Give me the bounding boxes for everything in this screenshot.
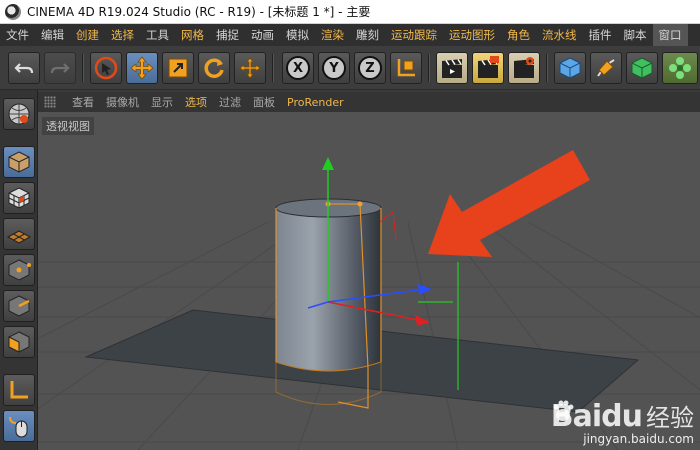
watermark-brand-suffix: du: [601, 399, 643, 434]
clapperboard-gear-icon: [514, 57, 534, 78]
baidu-watermark: Bai du 经验 jingyan.baidu.com: [551, 398, 694, 446]
mouse-icon: [9, 416, 28, 438]
undo-icon: [14, 63, 34, 74]
menu-snap[interactable]: 捕捉: [210, 24, 245, 46]
texture-mode-button[interactable]: [3, 182, 35, 214]
grid-plane-icon: [6, 230, 32, 244]
viewport-menu-options[interactable]: 选项: [179, 94, 213, 110]
cube-icon: [559, 57, 581, 79]
toolbar-separator: [82, 54, 84, 82]
points-mode-button[interactable]: [3, 254, 35, 286]
main-toolbar: X Y Z: [0, 46, 700, 90]
window-title: CINEMA 4D R19.024 Studio (RC - R19) - [未…: [27, 5, 371, 19]
pen-icon: [597, 59, 615, 77]
recent-tool-button[interactable]: [234, 52, 266, 84]
model-mode-button[interactable]: [3, 146, 35, 178]
drag-handle-icon[interactable]: [44, 96, 56, 108]
menu-edit[interactable]: 编辑: [35, 24, 70, 46]
points-cube-icon: [8, 259, 31, 281]
viewport-menu-prorender[interactable]: ProRender: [281, 96, 350, 109]
cloner-icon: [669, 57, 691, 79]
menu-animate[interactable]: 动画: [245, 24, 280, 46]
checker-cube-icon: [8, 187, 30, 209]
scale-icon: [168, 58, 188, 78]
menu-file[interactable]: 文件: [0, 24, 35, 46]
left-palette: [0, 90, 38, 450]
menu-window[interactable]: 窗口: [652, 24, 688, 46]
scale-tool-button[interactable]: [162, 52, 194, 84]
redo-icon: [50, 63, 70, 74]
perspective-viewport[interactable]: 透视视图 Bai du 经验 jingyan.baidu.com: [38, 112, 700, 450]
polygons-mode-button[interactable]: [3, 326, 35, 358]
live-selection-icon: [94, 56, 118, 80]
toolbar-separator: [272, 54, 274, 82]
watermark-url: jingyan.baidu.com: [583, 432, 694, 446]
menu-sculpt[interactable]: 雕刻: [350, 24, 385, 46]
make-editable-button[interactable]: [3, 98, 35, 130]
annotation-arrow: [428, 150, 590, 257]
move-tool-button[interactable]: [126, 52, 158, 84]
menu-render[interactable]: 渲染: [315, 24, 350, 46]
menu-select[interactable]: 选择: [105, 24, 140, 46]
menu-script[interactable]: 脚本: [618, 24, 653, 46]
viewport-menu-view[interactable]: 查看: [66, 94, 100, 110]
move-icon: [130, 56, 154, 80]
title-bar: CINEMA 4D R19.024 Studio (RC - R19) - [未…: [0, 0, 700, 24]
clapperboard-icon: [442, 59, 462, 78]
subdivision-cube-icon: [631, 57, 653, 79]
y-axis-button[interactable]: Y: [318, 52, 350, 84]
axis-icon: [10, 381, 28, 399]
rotate-tool-button[interactable]: [198, 52, 230, 84]
paw-icon: [553, 400, 574, 421]
menu-simulate[interactable]: 模拟: [280, 24, 315, 46]
tweak-mode-button[interactable]: [3, 410, 35, 442]
menu-create[interactable]: 创建: [70, 24, 105, 46]
viewport-label: 透视视图: [42, 117, 94, 135]
edges-cube-icon: [8, 295, 30, 317]
cube-icon: [8, 151, 30, 173]
coordinate-system-icon: [397, 59, 415, 77]
viewport-menu-cameras[interactable]: 摄像机: [100, 94, 145, 110]
toolbar-separator: [428, 54, 430, 82]
live-selection-button[interactable]: [90, 52, 122, 84]
move-icon: [239, 57, 261, 79]
cube-object-button[interactable]: [554, 52, 586, 84]
menu-character[interactable]: 角色: [501, 24, 536, 46]
viewport-menu-panel[interactable]: 面板: [247, 94, 281, 110]
undo-button[interactable]: [8, 52, 40, 84]
polygons-cube-icon: [8, 331, 30, 353]
watermark-cn: 经验: [646, 404, 694, 432]
x-axis-label: X: [286, 56, 310, 80]
subdivision-surface-button[interactable]: [626, 52, 658, 84]
menu-tools[interactable]: 工具: [140, 24, 175, 46]
globe-gear-icon: [8, 103, 30, 125]
cinema4d-app-icon: [5, 3, 21, 20]
menu-bar: 文件 编辑 创建 选择 工具 网格 捕捉 动画 模拟 渲染 雕刻 运动跟踪 运动…: [0, 24, 700, 46]
menu-mesh[interactable]: 网格: [175, 24, 210, 46]
viewport-menu-display[interactable]: 显示: [145, 94, 179, 110]
menu-motion-tracking[interactable]: 运动跟踪: [385, 24, 443, 46]
render-settings-button[interactable]: [508, 52, 540, 84]
y-axis-label: Y: [322, 56, 346, 80]
menu-pipeline[interactable]: 流水线: [536, 24, 583, 46]
clapperboard-icon: [478, 56, 499, 78]
edges-mode-button[interactable]: [3, 290, 35, 322]
rotate-icon: [204, 58, 224, 78]
render-view-button[interactable]: [436, 52, 468, 84]
enable-axis-button[interactable]: [3, 374, 35, 406]
x-axis-button[interactable]: X: [282, 52, 314, 84]
render-to-picture-viewer-button[interactable]: [472, 52, 504, 84]
coordinate-system-button[interactable]: [390, 52, 422, 84]
cloner-button[interactable]: [662, 52, 698, 84]
z-axis-button[interactable]: Z: [354, 52, 386, 84]
workplane-mode-button[interactable]: [3, 218, 35, 250]
redo-button[interactable]: [44, 52, 76, 84]
viewport-menu-bar: 查看 摄像机 显示 选项 过滤 面板 ProRender: [38, 92, 700, 112]
viewport-menu-filter[interactable]: 过滤: [213, 94, 247, 110]
pen-spline-button[interactable]: [590, 52, 622, 84]
menu-mograph[interactable]: 运动图形: [443, 24, 501, 46]
menu-plugins[interactable]: 插件: [583, 24, 618, 46]
z-axis-label: Z: [358, 56, 382, 80]
toolbar-separator: [546, 54, 548, 82]
